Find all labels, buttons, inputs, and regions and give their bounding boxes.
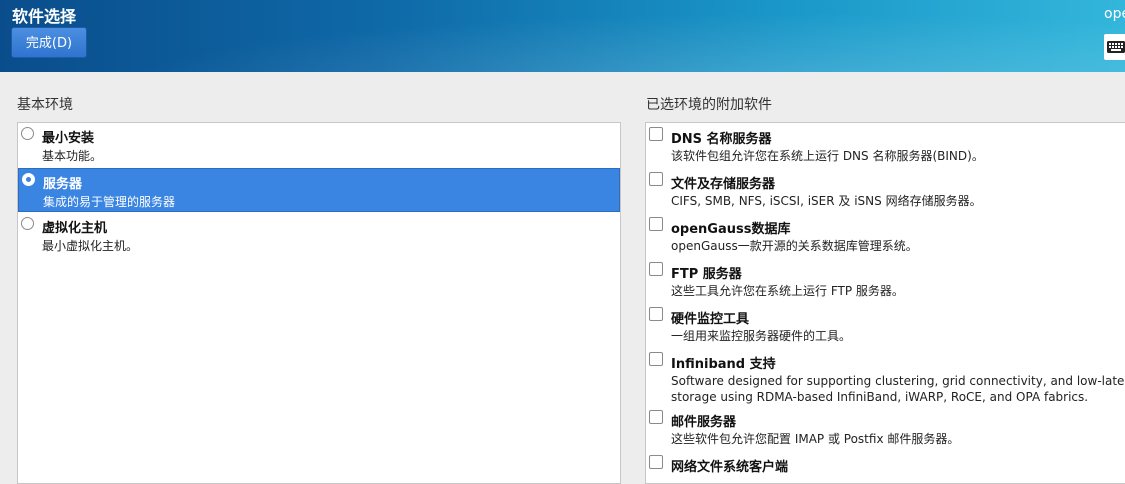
env-desc: 基本功能。	[42, 149, 103, 163]
addon-desc: 这些工具允许您在系统上运行 FTP 服务器。	[671, 284, 904, 298]
addon-name: Infiniband 支持	[671, 357, 776, 372]
addon-desc-line2: storage using RDMA-based InfiniBand, iWA…	[671, 390, 1089, 404]
checkbox[interactable]	[649, 455, 663, 469]
checkbox[interactable]	[649, 127, 663, 141]
checkbox[interactable]	[649, 352, 663, 366]
addon-desc: 这些软件包允许您配置 IMAP 或 Postfix 邮件服务器。	[671, 432, 960, 446]
addon-name: FTP 服务器	[671, 267, 742, 282]
checkbox[interactable]	[649, 262, 663, 276]
addon-name: DNS 名称服务器	[671, 132, 772, 147]
addon-desc: openGauss一款开源的关系数据库管理系统。	[671, 239, 918, 253]
env-item-minimal[interactable]: 最小安装 基本功能。	[18, 123, 620, 167]
addon-desc: CIFS, SMB, NFS, iSCSI, iSER 及 iSNS 网络存储服…	[671, 194, 982, 208]
addon-desc: 该软件包组允许您在系统上运行 DNS 名称服务器(BIND)。	[671, 149, 984, 163]
env-desc: 集成的易于管理的服务器	[43, 195, 176, 209]
env-name: 虚拟化主机	[42, 221, 108, 236]
env-name: 最小安装	[42, 131, 95, 146]
page-title: 软件选择	[12, 7, 77, 26]
base-env-list: 最小安装 基本功能。 服务器 集成的易于管理的服务器 虚拟化主机 最小虚拟化主机…	[17, 122, 621, 484]
header-bar: 软件选择 完成(D) openEuler	[0, 0, 1125, 72]
addon-list: DNS 名称服务器 该软件包组允许您在系统上运行 DNS 名称服务器(BIND)…	[645, 122, 1125, 484]
checkbox[interactable]	[649, 172, 663, 186]
done-button[interactable]: 完成(D)	[11, 27, 87, 58]
base-env-label: 基本环境	[17, 97, 73, 113]
addon-name: 邮件服务器	[671, 415, 737, 430]
env-desc: 最小虚拟化主机。	[42, 239, 139, 253]
keyboard-layout-icon[interactable]	[1104, 34, 1125, 60]
addon-desc: 一组用来监控服务器硬件的工具。	[671, 329, 852, 343]
checkbox[interactable]	[649, 410, 663, 424]
addon-desc: Software designed for supporting cluster…	[671, 374, 1125, 388]
addon-name: 网络文件系统客户端	[671, 460, 789, 475]
radio-button[interactable]	[22, 173, 35, 186]
checkbox[interactable]	[649, 217, 663, 231]
addon-name: 硬件监控工具	[671, 312, 750, 327]
radio-button[interactable]	[21, 127, 34, 140]
product-name: openEuler	[1104, 6, 1125, 22]
radio-button[interactable]	[21, 217, 34, 230]
checkbox[interactable]	[649, 307, 663, 321]
env-item-server[interactable]: 服务器 集成的易于管理的服务器	[18, 168, 620, 212]
env-item-virtualization-host[interactable]: 虚拟化主机 最小虚拟化主机。	[18, 213, 620, 257]
addon-name: openGauss数据库	[671, 222, 791, 237]
env-name: 服务器	[43, 177, 83, 192]
addon-name: 文件及存储服务器	[671, 177, 776, 192]
addons-label: 已选环境的附加软件	[646, 97, 772, 113]
